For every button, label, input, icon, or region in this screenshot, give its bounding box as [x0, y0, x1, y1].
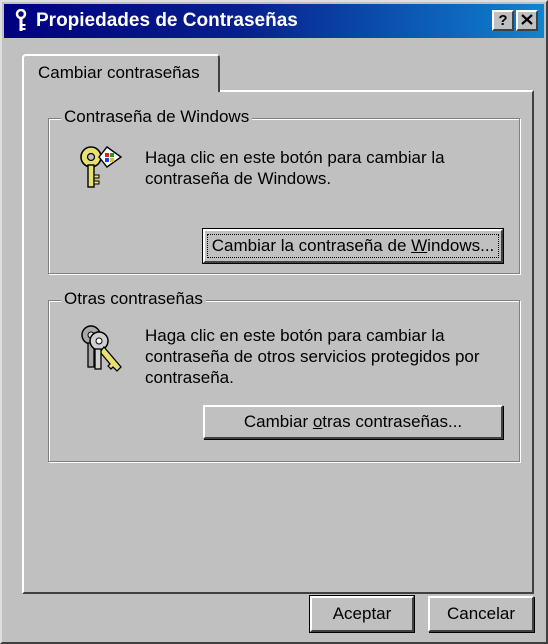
windows-group-label: Contraseña de Windows: [61, 107, 253, 127]
windows-desc-line-2: contraseña de Windows.: [145, 169, 332, 188]
other-desc-line-2: contraseña de otros servicios protegidos…: [145, 347, 480, 366]
windows-desc-line-1: Haga clic en este botón para cambiar la: [145, 148, 445, 167]
tab-cambiar-contrasenas[interactable]: Cambiar contraseñas: [22, 54, 220, 92]
windows-key-icon: [77, 143, 125, 198]
button-text-post: indows...: [427, 236, 495, 255]
button-mnemonic: W: [411, 236, 428, 255]
button-text-pre: Cambiar la contraseña de: [211, 236, 412, 255]
ok-button[interactable]: Aceptar: [309, 595, 415, 633]
change-windows-password-label: Cambiar la contraseña de Windows...: [206, 234, 500, 258]
other-desc-line-3: contraseña.: [145, 368, 234, 387]
change-windows-password-button[interactable]: Cambiar la contraseña de Windows...: [202, 228, 504, 264]
close-icon: [521, 13, 533, 28]
title-bar[interactable]: Propiedades de Contraseñas ?: [4, 4, 544, 38]
button-text-pre: Cambiar: [243, 412, 313, 431]
button-mnemonic: o: [312, 412, 323, 431]
change-other-passwords-label: Cambiar otras contraseñas...: [244, 412, 462, 432]
tab-panel: Contraseña de Windows Haga clic en este …: [22, 90, 534, 594]
other-group-description: Haga clic en este botón para cambiar la …: [145, 325, 480, 388]
help-button[interactable]: ?: [492, 10, 514, 31]
cancel-button[interactable]: Cancelar: [428, 596, 534, 632]
button-text-post: tras contraseñas...: [322, 412, 463, 431]
other-desc-line-1: Haga clic en este botón para cambiar la: [145, 326, 445, 345]
tab-label: Cambiar contraseñas: [38, 63, 200, 82]
windows-password-group: Contraseña de Windows Haga clic en este …: [48, 107, 520, 274]
key-icon: [10, 8, 32, 34]
keys-icon: [77, 323, 129, 382]
dialog-window: Propiedades de Contraseñas ? Cambiar con…: [0, 0, 548, 644]
change-other-passwords-button[interactable]: Cambiar otras contraseñas...: [203, 405, 503, 439]
other-group-label: Otras contraseñas: [61, 289, 206, 309]
windows-group-description: Haga clic en este botón para cambiar la …: [145, 147, 445, 189]
other-passwords-group: Otras contraseñas Haga clic en este botó…: [48, 289, 520, 462]
window-title: Propiedades de Contraseñas: [36, 10, 298, 31]
close-button[interactable]: [516, 10, 538, 31]
